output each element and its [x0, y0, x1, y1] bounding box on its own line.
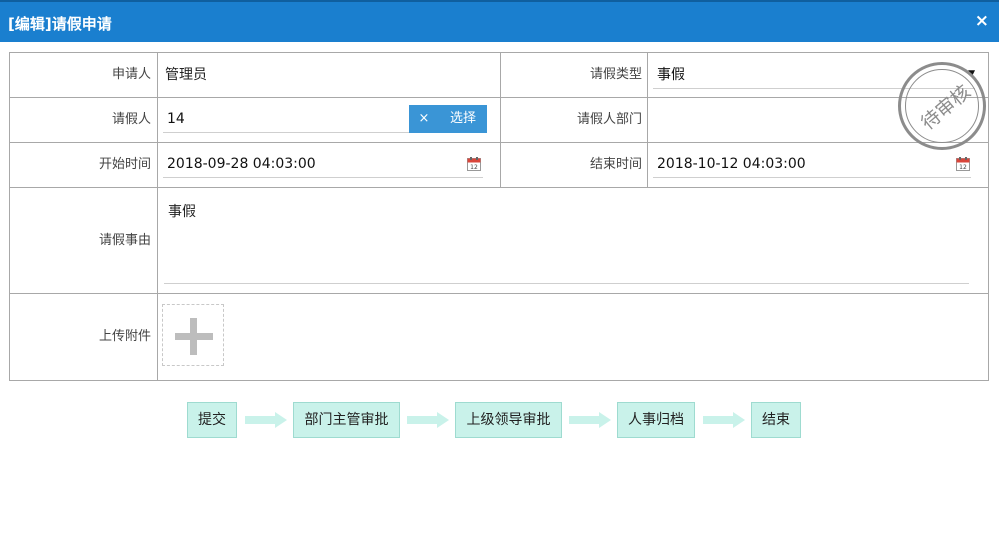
- attachment-cell: [157, 294, 988, 380]
- form-row-attachment: 上传附件: [10, 294, 988, 380]
- reason-value: 事假: [168, 204, 196, 220]
- reason-label: 请假事由: [98, 233, 151, 248]
- pending-review-stamp: 待审核: [898, 62, 986, 150]
- plus-icon: [190, 318, 197, 355]
- leave-type-value: 事假: [657, 67, 685, 83]
- leave-person-input[interactable]: 14: [163, 105, 409, 133]
- arrow-right-icon: [245, 412, 287, 428]
- workflow-step: 上级领导审批: [455, 402, 562, 438]
- attachment-label: 上传附件: [98, 329, 151, 344]
- start-time-input[interactable]: 2018-09-28 04:03:00: [163, 150, 483, 178]
- start-time-label: 开始时间: [98, 157, 151, 172]
- workflow-step: 结束: [751, 402, 801, 438]
- arrow-right-icon: [407, 412, 449, 428]
- workflow-step: 部门主管审批: [293, 402, 400, 438]
- end-time-value: 2018-10-12 04:03:00: [657, 156, 806, 172]
- svg-text:12: 12: [470, 164, 478, 171]
- svg-text:12: 12: [959, 164, 967, 171]
- form-row-leave-person: 请假人 14 × 选择 请假人部门: [10, 98, 988, 143]
- upload-attachment-button[interactable]: [162, 304, 224, 366]
- reason-textarea[interactable]: 事假: [164, 197, 969, 284]
- workflow-step: 人事归档: [617, 402, 695, 438]
- select-button[interactable]: 选择: [439, 105, 487, 133]
- arrow-right-icon: [569, 412, 611, 428]
- close-icon[interactable]: ×: [975, 11, 989, 31]
- form-row-time: 开始时间 2018-09-28 04:03:00 12 结束时间 2018-10…: [10, 143, 988, 188]
- calendar-icon[interactable]: 12: [467, 157, 481, 171]
- applicant-cell: 管理员: [157, 53, 500, 97]
- leave-person-cell: 14 × 选择: [157, 98, 500, 142]
- start-time-value: 2018-09-28 04:03:00: [167, 156, 316, 172]
- leave-person-label: 请假人: [111, 112, 151, 127]
- reason-cell: 事假: [157, 188, 988, 293]
- dialog-title: [编辑]请假申请: [8, 15, 112, 33]
- end-time-label: 结束时间: [500, 143, 648, 187]
- dialog-titlebar: [编辑]请假申请 ×: [0, 0, 999, 42]
- clear-button[interactable]: ×: [409, 105, 439, 133]
- leave-form: 申请人 管理员 请假类型 事假 ▼ 请假人 14 × 选择 请假人部门 开始时间…: [9, 52, 989, 381]
- applicant-value: 管理员: [165, 67, 207, 83]
- leave-type-label: 请假类型: [500, 53, 648, 97]
- workflow-step: 提交: [187, 402, 237, 438]
- form-row-reason: 请假事由 事假: [10, 188, 988, 294]
- start-time-cell: 2018-09-28 04:03:00 12: [157, 143, 500, 187]
- department-label: 请假人部门: [500, 98, 648, 142]
- end-time-input[interactable]: 2018-10-12 04:03:00: [653, 150, 971, 178]
- applicant-label: 申请人: [111, 67, 151, 82]
- calendar-icon[interactable]: 12: [956, 157, 970, 171]
- form-row-applicant: 申请人 管理员 请假类型 事假 ▼: [10, 53, 988, 98]
- arrow-right-icon: [703, 412, 745, 428]
